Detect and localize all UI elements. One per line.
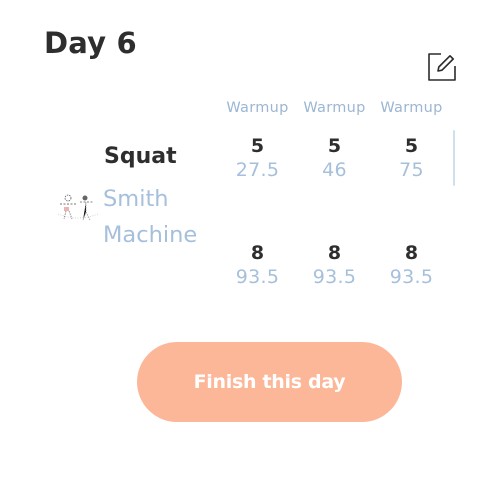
- set-reps: 5: [404, 135, 419, 157]
- set-reps: 8: [250, 242, 265, 264]
- edit-button[interactable]: [426, 51, 458, 83]
- set-cell[interactable]: 8 93.5: [373, 242, 450, 290]
- set-weight: 46: [322, 159, 347, 181]
- exercise-illustration: [57, 194, 99, 221]
- set-weight: 93.5: [235, 266, 280, 288]
- finish-day-button[interactable]: Finish this day: [137, 342, 402, 422]
- edit-note-icon: [428, 53, 456, 81]
- set-reps: 5: [250, 135, 265, 157]
- set-cell[interactable]: 5 75: [373, 135, 450, 183]
- horizontal-scroll-indicator[interactable]: [453, 130, 455, 186]
- set-header-2: Warmup: [303, 100, 366, 116]
- exercise-name[interactable]: Squat: [104, 144, 177, 169]
- day-title: Day 6: [44, 26, 137, 60]
- set-reps: 8: [327, 242, 342, 264]
- set-weight: 27.5: [235, 159, 280, 181]
- set-cell[interactable]: 5 27.5: [219, 135, 296, 183]
- set-header-3: Warmup: [380, 100, 443, 116]
- set-reps: 8: [404, 242, 419, 264]
- set-header-1: Warmup: [226, 100, 289, 116]
- set-weight: 93.5: [312, 266, 357, 288]
- exercise-variant: Smith Machine: [103, 186, 198, 248]
- set-cell[interactable]: 8 93.5: [296, 242, 373, 290]
- set-weight: 93.5: [389, 266, 434, 288]
- set-weight: 75: [399, 159, 424, 181]
- set-cell[interactable]: 5 46: [296, 135, 373, 183]
- set-cell[interactable]: 8 93.5: [219, 242, 296, 290]
- set-reps: 5: [327, 135, 342, 157]
